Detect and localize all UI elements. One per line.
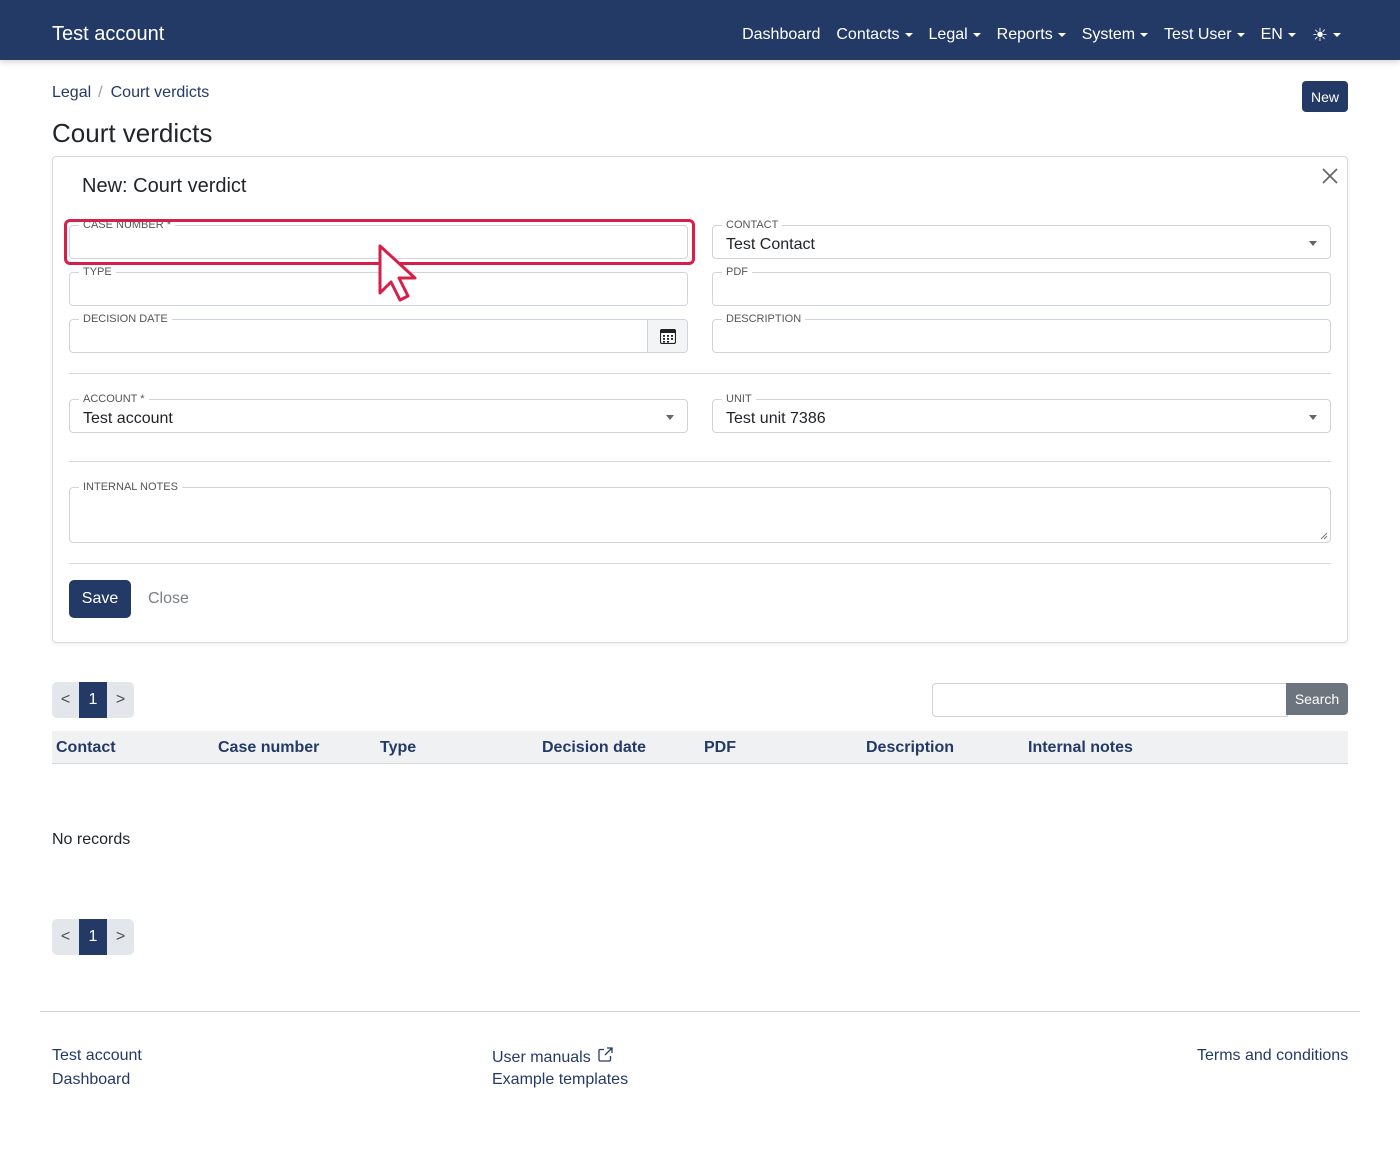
next-page-button[interactable]: > (107, 919, 134, 955)
nav-menu: Dashboard Contacts Legal Reports System … (742, 24, 1341, 46)
new-court-verdict-form: New: Court verdict Case number * Contact… (52, 156, 1348, 643)
nav-dashboard[interactable]: Dashboard (742, 24, 820, 46)
unit-value: Test unit 7386 (726, 410, 826, 427)
current-page-button[interactable]: 1 (79, 919, 107, 955)
contact-value: Test Contact (726, 236, 815, 253)
caret-down-icon (1287, 33, 1296, 37)
nav-user-dropdown[interactable]: Test User (1164, 24, 1245, 46)
form-title: New: Court verdict (82, 175, 247, 197)
next-page-button[interactable]: > (107, 682, 134, 718)
search-input[interactable] (932, 683, 1288, 717)
save-button[interactable]: Save (69, 580, 131, 618)
caret-down-icon (972, 33, 981, 37)
description-field[interactable]: Description (712, 312, 1331, 353)
caret-down-icon (1236, 33, 1245, 37)
chevron-down-icon (1309, 241, 1317, 246)
nav-legal-dropdown[interactable]: Legal (929, 24, 981, 46)
nav-contacts-dropdown[interactable]: Contacts (836, 24, 913, 46)
nav-language-dropdown[interactable]: EN (1261, 24, 1296, 46)
search-button[interactable]: Search (1286, 683, 1348, 715)
section-divider (69, 563, 1331, 564)
footer-link-user-manuals[interactable]: User manuals (492, 1046, 614, 1068)
internal-notes-textarea[interactable]: Internal notes (69, 480, 1331, 543)
sun-icon: ☀ (1311, 25, 1328, 45)
breadcrumb-separator: / (98, 84, 103, 101)
calendar-button[interactable] (647, 320, 687, 352)
caret-down-icon (1333, 33, 1341, 37)
chevron-down-icon (1309, 415, 1317, 420)
internal-notes-label: Internal notes (79, 480, 182, 494)
brand-link[interactable]: Test account (52, 22, 164, 46)
nav-theme-dropdown[interactable]: ☀ (1312, 25, 1341, 45)
top-navbar: Test account Dashboard Contacts Legal Re… (0, 0, 1400, 60)
contact-label: Contact (722, 218, 783, 232)
footer-divider (40, 1011, 1360, 1012)
footer-link-dashboard[interactable]: Dashboard (52, 1070, 130, 1090)
breadcrumb-legal[interactable]: Legal (52, 83, 91, 103)
column-header-description[interactable]: Description (866, 738, 954, 758)
section-divider (69, 461, 1331, 462)
account-label: Account * (79, 392, 149, 406)
resize-handle-icon[interactable] (1320, 532, 1328, 540)
table-header: Contact Case number Type Decision date P… (52, 731, 1348, 764)
user-manuals-label: User manuals (492, 1049, 591, 1066)
column-header-case-number[interactable]: Case number (218, 738, 319, 758)
section-divider (69, 373, 1331, 374)
account-value: Test account (83, 410, 173, 427)
new-button[interactable]: New (1302, 81, 1348, 112)
caret-down-icon (904, 33, 913, 37)
close-button[interactable]: Close (148, 589, 189, 609)
breadcrumb-court-verdicts[interactable]: Court verdicts (111, 83, 210, 103)
column-header-contact[interactable]: Contact (56, 738, 116, 758)
pdf-label: PDF (722, 265, 752, 279)
type-label: Type (79, 265, 116, 279)
prev-page-button[interactable]: < (52, 919, 79, 955)
pagination-top: < 1 > (52, 682, 134, 718)
footer-link-terms[interactable]: Terms and conditions (1197, 1046, 1348, 1066)
column-header-pdf[interactable]: PDF (704, 738, 736, 758)
calendar-icon (659, 328, 676, 344)
column-header-internal-notes[interactable]: Internal notes (1028, 738, 1133, 758)
nav-system-dropdown[interactable]: System (1082, 24, 1149, 46)
close-icon[interactable] (1321, 167, 1339, 185)
column-header-type[interactable]: Type (380, 738, 416, 758)
case-number-label: Case number * (79, 218, 176, 232)
page-title: Court verdicts (52, 118, 213, 148)
unit-select[interactable]: Unit Test unit 7386 (712, 392, 1331, 433)
prev-page-button[interactable]: < (52, 682, 79, 718)
nav-reports-dropdown[interactable]: Reports (997, 24, 1066, 46)
footer-link-example-templates[interactable]: Example templates (492, 1070, 628, 1090)
pdf-field[interactable]: PDF (712, 265, 1331, 306)
column-header-decision-date[interactable]: Decision date (542, 738, 646, 758)
chevron-down-icon (666, 415, 674, 420)
mouse-pointer-icon (378, 244, 417, 302)
decision-date-label: Decision date (79, 312, 172, 326)
empty-state-text: No records (52, 831, 131, 848)
current-page-button[interactable]: 1 (79, 682, 107, 718)
external-link-icon (598, 1047, 613, 1062)
caret-down-icon (1057, 33, 1066, 37)
breadcrumb: Legal / Court verdicts (52, 83, 209, 103)
footer-link-account[interactable]: Test account (52, 1046, 142, 1066)
pagination-bottom: < 1 > (52, 919, 134, 955)
account-select[interactable]: Account * Test account (69, 392, 688, 433)
decision-date-field[interactable]: Decision date (69, 312, 688, 353)
description-label: Description (722, 312, 806, 326)
caret-down-icon (1140, 33, 1149, 37)
unit-label: Unit (722, 392, 756, 406)
contact-select[interactable]: Contact Test Contact (712, 218, 1331, 259)
